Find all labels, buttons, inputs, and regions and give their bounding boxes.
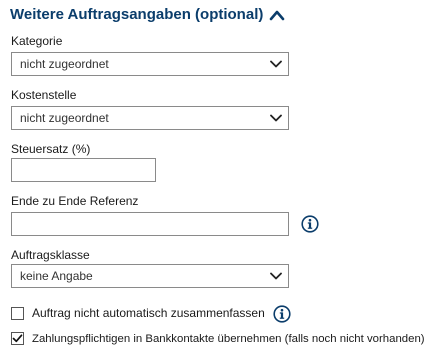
chevron-up-icon bbox=[270, 10, 285, 20]
section-toggle[interactable]: Weitere Auftragsangaben (optional) bbox=[10, 6, 285, 23]
bankkontakte-checkbox[interactable] bbox=[11, 332, 24, 345]
bankkontakte-row: Zahlungspflichtigen in Bankkontakte über… bbox=[11, 332, 425, 345]
referenz-input[interactable] bbox=[11, 212, 289, 236]
chevron-down-icon bbox=[270, 272, 282, 280]
zusammenfassen-row: Auftrag nicht automatisch zusammenfassen bbox=[11, 306, 265, 320]
section-title: Weitere Auftragsangaben (optional) bbox=[10, 6, 264, 23]
info-icon[interactable] bbox=[301, 215, 319, 233]
zusammenfassen-checkbox[interactable] bbox=[11, 306, 24, 320]
steuersatz-input[interactable] bbox=[11, 158, 156, 182]
steuersatz-label: Steuersatz (%) bbox=[11, 142, 91, 156]
zusammenfassen-label: Auftrag nicht automatisch zusammenfassen bbox=[32, 306, 265, 320]
kostenstelle-select[interactable]: nicht zugeordnet bbox=[11, 106, 289, 130]
kostenstelle-value: nicht zugeordnet bbox=[20, 111, 109, 125]
chevron-down-icon bbox=[270, 114, 282, 122]
auftragsklasse-value: keine Angabe bbox=[20, 269, 93, 283]
kostenstelle-label: Kostenstelle bbox=[11, 88, 77, 102]
checkmark-icon bbox=[12, 334, 23, 343]
kategorie-value: nicht zugeordnet bbox=[20, 57, 109, 71]
chevron-down-icon bbox=[270, 60, 282, 68]
info-icon[interactable] bbox=[273, 305, 291, 323]
auftragsklasse-select[interactable]: keine Angabe bbox=[11, 264, 289, 288]
auftragsklasse-label: Auftragsklasse bbox=[11, 248, 90, 262]
bankkontakte-label: Zahlungspflichtigen in Bankkontakte über… bbox=[32, 332, 425, 345]
kategorie-label: Kategorie bbox=[11, 34, 63, 48]
referenz-label: Ende zu Ende Referenz bbox=[11, 194, 139, 208]
kategorie-select[interactable]: nicht zugeordnet bbox=[11, 52, 289, 76]
